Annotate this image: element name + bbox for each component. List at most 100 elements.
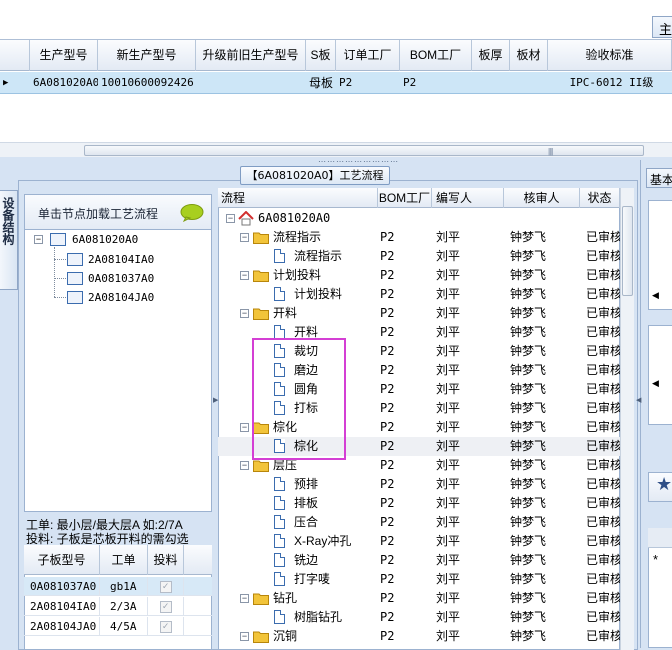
cell-s-board[interactable]: 母板 — [306, 72, 336, 94]
cell-reviewer[interactable]: 钟梦飞 — [510, 437, 546, 456]
cell-status[interactable] — [586, 209, 620, 228]
process-name[interactable]: 棕化 — [294, 437, 318, 456]
cell-reviewer[interactable]: 钟梦飞 — [510, 228, 546, 247]
tree-node-child[interactable]: 0A081037A0 — [88, 272, 154, 285]
process-row[interactable]: 压合 P2 刘平 钟梦飞 已审核 — [218, 513, 620, 532]
cell-bom-factory[interactable]: P2 — [380, 285, 394, 304]
cell-writer[interactable]: 刘平 — [436, 570, 460, 589]
process-name[interactable]: 沉铜 — [273, 627, 297, 646]
cell-bom-factory[interactable]: P2 — [380, 266, 394, 285]
process-name[interactable]: 裁切 — [294, 342, 318, 361]
cell-reviewer[interactable]: 钟梦飞 — [510, 513, 546, 532]
cell-production-model[interactable]: 6A081020A0 — [30, 72, 98, 94]
cell-reviewer[interactable]: 钟梦飞 — [510, 589, 546, 608]
cell-bom-factory[interactable]: P2 — [380, 551, 394, 570]
process-row[interactable]: − 流程指示 P2 刘平 钟梦飞 已审核 — [218, 228, 620, 247]
cell-status[interactable]: 已审核 — [586, 475, 620, 494]
cell-board-material[interactable] — [510, 72, 548, 94]
cell-bom-factory[interactable]: P2 — [380, 437, 394, 456]
cell-writer[interactable]: 刘平 — [436, 627, 460, 646]
cell-status[interactable]: 已审核 — [586, 456, 620, 475]
cell-status[interactable]: 已审核 — [586, 247, 620, 266]
cell-status[interactable]: 已审核 — [586, 627, 620, 646]
cell-reviewer[interactable]: 钟梦飞 — [510, 323, 546, 342]
tree-node-root[interactable]: 6A081020A0 — [72, 233, 138, 246]
process-row[interactable]: 磨边 P2 刘平 钟梦飞 已审核 — [218, 361, 620, 380]
cell-bom-factory[interactable]: P2 — [380, 380, 394, 399]
process-row[interactable]: X-Ray冲孔 P2 刘平 钟梦飞 已审核 — [218, 532, 620, 551]
process-name[interactable]: 钻孔 — [273, 589, 297, 608]
tree-collapse-icon[interactable]: − — [240, 461, 249, 470]
cell-sub-model[interactable]: 0A081037A0 — [24, 577, 100, 596]
process-row[interactable]: 流程指示 P2 刘平 钟梦飞 已审核 — [218, 247, 620, 266]
cell-bom-factory[interactable]: P2 — [380, 304, 394, 323]
cell-status[interactable]: 已审核 — [586, 361, 620, 380]
tree-collapse-icon[interactable]: − — [240, 423, 249, 432]
process-name[interactable]: 计划投料 — [294, 285, 342, 304]
cell-old-production-model[interactable] — [196, 72, 306, 94]
col-header-board-material[interactable]: 板材 — [510, 40, 548, 71]
process-name[interactable]: 计划投料 — [273, 266, 321, 285]
process-name[interactable]: 排板 — [294, 494, 318, 513]
cell-feed[interactable]: ✓ — [148, 577, 184, 596]
process-row[interactable]: 打标 P2 刘平 钟梦飞 已审核 — [218, 399, 620, 418]
process-row[interactable]: − 沉铜 P2 刘平 钟梦飞 已审核 — [218, 627, 620, 646]
cell-reviewer[interactable]: 钟梦飞 — [510, 380, 546, 399]
cell-status[interactable]: 已审核 — [586, 570, 620, 589]
horizontal-splitter[interactable]: ⋯⋯⋯⋯⋯⋯⋯⋯⋯ — [0, 157, 672, 166]
cell-writer[interactable]: 刘平 — [436, 228, 460, 247]
col-header-feed[interactable]: 投料 — [148, 545, 184, 575]
cell-reviewer[interactable]: 钟梦飞 — [510, 627, 546, 646]
cell-bom-factory[interactable]: P2 — [380, 247, 394, 266]
cell-bom-factory[interactable]: P2 — [380, 494, 394, 513]
col-header-writer[interactable]: 编写人 — [432, 188, 504, 208]
process-name[interactable]: 圆角 — [294, 380, 318, 399]
star-icon[interactable]: ★ — [656, 474, 672, 495]
cell-writer[interactable]: 刘平 — [436, 589, 460, 608]
scrollbar-thumb[interactable] — [84, 145, 644, 156]
cell-writer[interactable]: 刘平 — [436, 247, 460, 266]
feed-checkbox[interactable]: ✓ — [159, 621, 172, 633]
cell-writer[interactable]: 刘平 — [436, 551, 460, 570]
cell-writer[interactable]: 刘平 — [436, 456, 460, 475]
cell-work-order[interactable]: gb1A — [100, 577, 148, 596]
col-header-reviewer[interactable]: 核审人 — [504, 188, 580, 208]
cell-writer[interactable]: 刘平 — [436, 418, 460, 437]
cell-writer[interactable]: 刘平 — [436, 513, 460, 532]
cell-status[interactable]: 已审核 — [586, 608, 620, 627]
process-row[interactable]: 计划投料 P2 刘平 钟梦飞 已审核 — [218, 285, 620, 304]
tree-collapse-icon[interactable]: − — [34, 235, 43, 244]
cell-bom-factory[interactable]: P2 — [380, 323, 394, 342]
process-name[interactable]: 6A081020A0 — [258, 209, 330, 228]
right-tab-basic[interactable]: 基本 — [646, 168, 672, 188]
cell-writer[interactable]: 刘平 — [436, 342, 460, 361]
cell-work-order[interactable]: 2/3A — [100, 597, 148, 616]
cell-writer[interactable]: 刘平 — [436, 323, 460, 342]
process-name[interactable]: X-Ray冲孔 — [294, 532, 351, 551]
col-header-bom-factory[interactable]: BOM工厂 — [400, 40, 472, 71]
cell-reviewer[interactable]: 钟梦飞 — [510, 266, 546, 285]
cell-bom-factory[interactable]: P2 — [380, 532, 394, 551]
process-row[interactable]: 打字唛 P2 刘平 钟梦飞 已审核 — [218, 570, 620, 589]
cell-reviewer[interactable]: 钟梦飞 — [510, 361, 546, 380]
col-header-new-production-model[interactable]: 新生产型号 — [98, 40, 196, 71]
cell-bom-factory[interactable]: P2 — [380, 399, 394, 418]
tree-collapse-icon[interactable]: − — [240, 271, 249, 280]
cell-reviewer[interactable]: 钟梦飞 — [510, 532, 546, 551]
splitter-arrow-icon[interactable]: ◀ — [636, 396, 641, 404]
cell-writer[interactable]: 刘平 — [436, 437, 460, 456]
process-name[interactable]: 棕化 — [273, 418, 297, 437]
cell-work-order[interactable]: 4/5A — [100, 617, 148, 636]
cell-bom-factory[interactable]: P2 — [380, 418, 394, 437]
cell-bom-factory[interactable]: P2 — [380, 456, 394, 475]
col-header-work-order[interactable]: 工单 — [100, 545, 148, 575]
tree-collapse-icon[interactable]: − — [240, 632, 249, 641]
cell-status[interactable]: 已审核 — [586, 228, 620, 247]
cell-status[interactable]: 已审核 — [586, 494, 620, 513]
cell-status[interactable]: 已审核 — [586, 532, 620, 551]
cell-reviewer[interactable]: 钟梦飞 — [510, 247, 546, 266]
cell-writer[interactable]: 刘平 — [436, 532, 460, 551]
cell-feed[interactable]: ✓ — [148, 617, 184, 636]
cell-sub-model[interactable]: 2A08104IA0 — [24, 597, 100, 616]
cell-bom-factory[interactable]: P2 — [380, 361, 394, 380]
